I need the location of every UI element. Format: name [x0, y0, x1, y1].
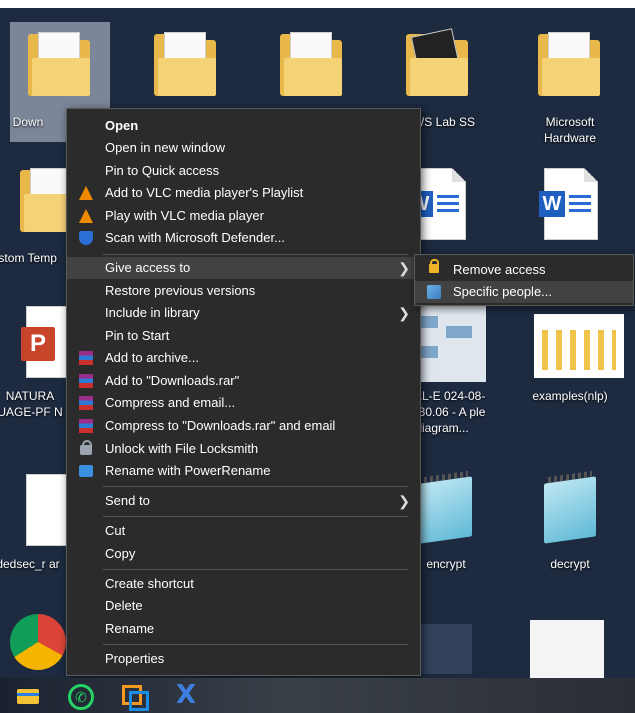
desktop-icon-label: dedsec_r ar: [0, 557, 60, 571]
desktop-icon-microsoft-hardware[interactable]: Microsoft Hardware: [520, 22, 620, 145]
menu-item-label: Open in new window: [105, 140, 225, 155]
folder-icon: [406, 28, 470, 104]
word-document-icon: W: [538, 168, 602, 240]
menu-item-label: Pin to Start: [105, 328, 170, 343]
people-icon: [427, 285, 441, 299]
menu-item-label: Play with VLC media player: [105, 208, 264, 223]
menu-item-label: Cut: [105, 523, 126, 538]
chevron-right-icon: ❯: [398, 260, 410, 276]
menu-item-scan-defender[interactable]: Scan with Microsoft Defender...: [67, 227, 420, 249]
notepad-icon: [414, 470, 478, 546]
powerrename-icon: [79, 465, 93, 477]
menu-item-label: Unlock with File Locksmith: [105, 441, 259, 456]
menu-item-open[interactable]: Open: [67, 115, 420, 137]
folder-icon: [28, 32, 92, 104]
menu-item-label: Include in library: [105, 305, 200, 320]
menu-item-label: Create shortcut: [105, 576, 194, 591]
folder-icon: [154, 32, 218, 104]
menu-item-label: Send to: [105, 493, 150, 508]
menu-item-label: Compress and email...: [105, 395, 236, 410]
menu-item-open-new-window[interactable]: Open in new window: [67, 137, 420, 159]
menu-item-powerrename[interactable]: Rename with PowerRename: [67, 460, 420, 482]
chevron-right-icon: ❯: [398, 305, 410, 321]
menu-item-label: Compress to "Downloads.rar" and email: [105, 418, 336, 433]
menu-item-label: Add to archive...: [105, 350, 199, 365]
menu-item-compress-downloads-email[interactable]: Compress to "Downloads.rar" and email: [67, 415, 420, 437]
desktop-icon-label: Microsoft Hardware: [543, 115, 597, 145]
desktop-icon-examples-nlp[interactable]: examples(nlp): [520, 296, 624, 416]
menu-item-label: Add to VLC media player's Playlist: [105, 185, 304, 200]
image-thumbnail-icon: [534, 306, 624, 378]
submenu-item-specific-people[interactable]: Specific people...: [415, 281, 633, 303]
desktop-icon-label: decrypt: [550, 557, 590, 571]
menu-item-label: Scan with Microsoft Defender...: [105, 230, 285, 245]
submenu-item-label: Specific people...: [453, 284, 553, 299]
menu-separator: [103, 516, 408, 517]
give-access-submenu: Remove access Specific people...: [414, 254, 634, 306]
menu-item-label: Give access to: [105, 260, 191, 275]
menu-item-delete[interactable]: Delete: [67, 595, 420, 617]
menu-item-compress-email[interactable]: Compress and email...: [67, 392, 420, 414]
desktop-icon-label: NATURA UAGE-PF N: [0, 389, 63, 419]
lock-icon: [80, 440, 92, 455]
taskbar: ✆ X: [0, 678, 635, 713]
menu-separator: [103, 569, 408, 570]
menu-item-vlc-play[interactable]: Play with VLC media player: [67, 205, 420, 227]
context-menu: Open Open in new window Pin to Quick acc…: [66, 108, 421, 676]
winrar-icon: [79, 351, 93, 365]
menu-item-send-to[interactable]: Send to ❯: [67, 490, 420, 512]
menu-item-label: Open: [105, 118, 139, 133]
winrar-icon: [79, 374, 93, 388]
padlock-icon: [429, 259, 439, 273]
menu-item-cut[interactable]: Cut: [67, 520, 420, 542]
menu-item-rename[interactable]: Rename: [67, 618, 420, 640]
menu-item-label: Rename: [105, 621, 155, 636]
menu-item-label: Restore previous versions: [105, 283, 256, 298]
whatsapp-icon[interactable]: ✆: [66, 682, 94, 710]
menu-item-add-archive[interactable]: Add to archive...: [67, 347, 420, 369]
winrar-icon: [79, 419, 93, 433]
menu-item-give-access[interactable]: Give access to ❯: [67, 257, 420, 279]
menu-item-include-library[interactable]: Include in library ❯: [67, 302, 420, 324]
desktop-icon-label: examples(nlp): [532, 389, 608, 403]
menu-item-add-downloads-rar[interactable]: Add to "Downloads.rar": [67, 370, 420, 392]
menu-item-file-locksmith[interactable]: Unlock with File Locksmith: [67, 438, 420, 460]
menu-separator: [103, 644, 408, 645]
menu-item-label: Add to "Downloads.rar": [105, 373, 240, 388]
menu-item-label: Rename with PowerRename: [105, 463, 271, 478]
file-icon[interactable]: [530, 620, 604, 678]
app-icon[interactable]: [420, 624, 472, 674]
menu-item-copy[interactable]: Copy: [67, 543, 420, 565]
submenu-item-remove-access[interactable]: Remove access: [415, 259, 633, 281]
menu-item-pin-start[interactable]: Pin to Start: [67, 325, 420, 347]
chevron-right-icon: ❯: [398, 493, 410, 509]
submenu-item-label: Remove access: [453, 262, 546, 277]
menu-item-properties[interactable]: Properties: [67, 648, 420, 670]
menu-item-label: Pin to Quick access: [105, 163, 220, 178]
notepad-icon: [538, 470, 602, 546]
menu-item-label: Copy: [105, 546, 136, 561]
menu-item-label: Delete: [105, 598, 143, 613]
vlc-icon: [79, 186, 93, 200]
file-explorer-icon[interactable]: [14, 682, 42, 709]
menu-item-restore-versions[interactable]: Restore previous versions: [67, 280, 420, 302]
folder-icon: [280, 32, 344, 104]
folder-icon: [538, 32, 602, 104]
sync-app-icon[interactable]: [120, 682, 149, 711]
menu-item-vlc-playlist[interactable]: Add to VLC media player's Playlist: [67, 182, 420, 204]
chrome-icon[interactable]: [10, 614, 66, 670]
menu-item-label: Properties: [105, 651, 165, 666]
x-app-icon[interactable]: X: [176, 682, 204, 709]
menu-item-create-shortcut[interactable]: Create shortcut: [67, 573, 420, 595]
desktop-icon-label: Custom Temp: [0, 251, 57, 265]
defender-shield-icon: [79, 231, 93, 245]
menu-item-pin-quick-access[interactable]: Pin to Quick access: [67, 160, 420, 182]
menu-separator: [103, 254, 408, 255]
desktop-icon-decrypt[interactable]: decrypt: [520, 464, 620, 584]
vlc-icon: [79, 209, 93, 223]
winrar-icon: [79, 396, 93, 410]
menu-separator: [103, 486, 408, 487]
